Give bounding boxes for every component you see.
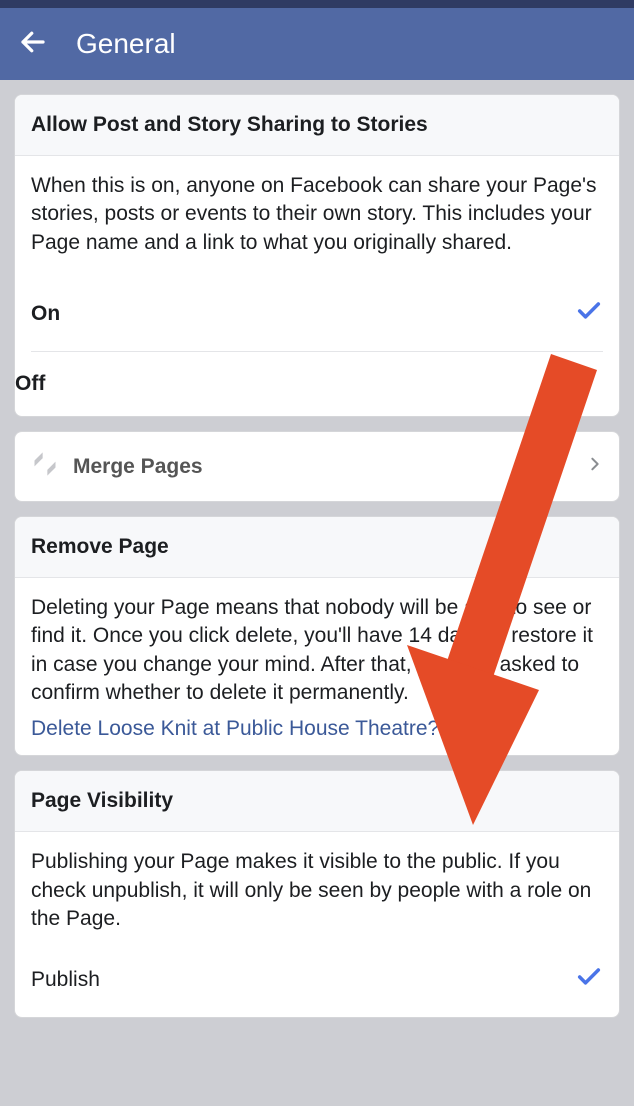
section-page-visibility: Page Visibility Publishing your Page mak… (14, 770, 620, 1018)
visibility-description: Publishing your Page makes it visible to… (15, 832, 619, 943)
merge-pages-label: Merge Pages (73, 455, 587, 479)
header-bar: General (0, 8, 634, 80)
check-icon (575, 297, 603, 331)
remove-header: Remove Page (15, 517, 619, 578)
sharing-option-off[interactable]: Off (15, 352, 619, 416)
visibility-option-publish[interactable]: Publish (15, 943, 619, 1017)
merge-icon (31, 450, 59, 483)
status-strip (0, 0, 634, 8)
visibility-options: Publish (15, 943, 619, 1017)
sharing-options: On Off (15, 277, 619, 416)
merge-pages-row[interactable]: Merge Pages (15, 432, 619, 501)
delete-page-link[interactable]: Delete Loose Knit at Public House Theatr… (15, 713, 619, 755)
visibility-header: Page Visibility (15, 771, 619, 832)
chevron-right-icon (587, 452, 603, 481)
section-merge: Merge Pages (14, 431, 620, 502)
sharing-description: When this is on, anyone on Facebook can … (15, 156, 619, 277)
back-button[interactable] (18, 27, 48, 62)
section-remove-page: Remove Page Deleting your Page means tha… (14, 516, 620, 756)
check-icon (575, 963, 603, 997)
sharing-option-off-label: Off (15, 372, 45, 396)
remove-description: Deleting your Page means that nobody wil… (15, 578, 619, 713)
page-title: General (76, 28, 176, 60)
sharing-option-on-label: On (31, 302, 60, 326)
section-sharing: Allow Post and Story Sharing to Stories … (14, 94, 620, 417)
sharing-header: Allow Post and Story Sharing to Stories (15, 95, 619, 156)
visibility-option-publish-label: Publish (31, 968, 100, 992)
sharing-option-on[interactable]: On (15, 277, 619, 351)
arrow-left-icon (18, 27, 48, 57)
